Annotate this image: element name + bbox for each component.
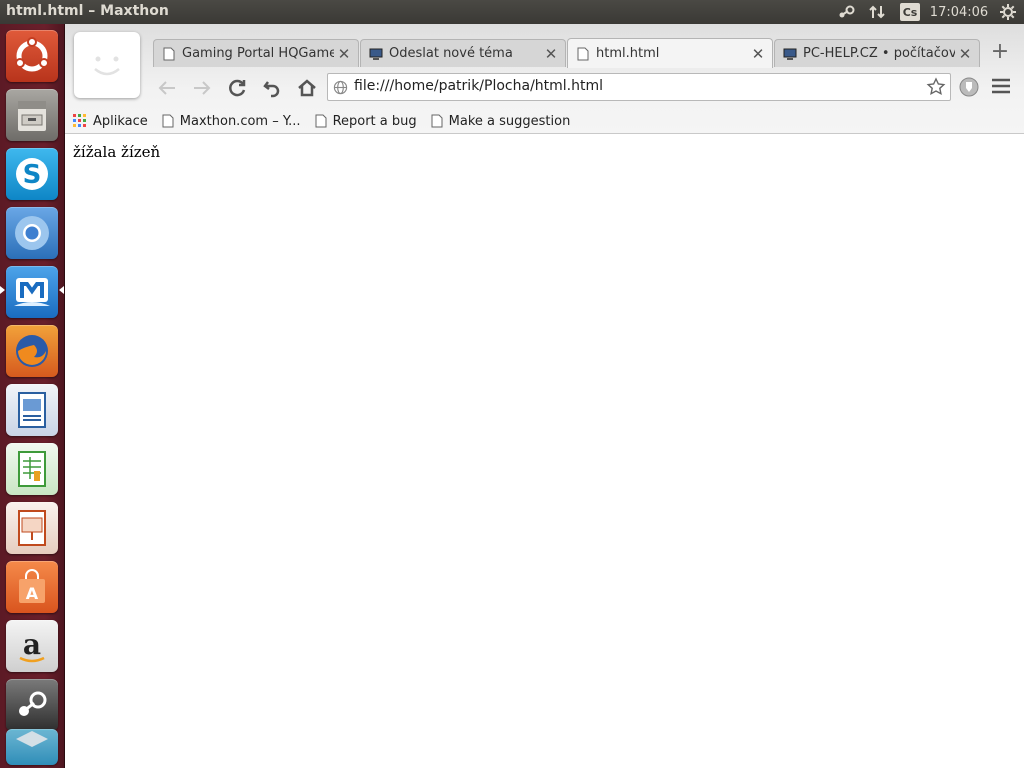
arrow-left-icon: [158, 81, 175, 95]
launcher-files[interactable]: [6, 89, 58, 141]
launcher-libreoffice-writer[interactable]: [6, 384, 58, 436]
network-icon[interactable]: [866, 2, 888, 22]
tab-label: PC-HELP.CZ • počítačové: [803, 46, 955, 61]
svg-text:S: S: [23, 160, 42, 190]
svg-text:A: A: [26, 584, 39, 603]
power-gear-icon[interactable]: [996, 2, 1020, 22]
new-tab-button[interactable]: +: [987, 41, 1013, 65]
tab-label: Odeslat nové téma: [389, 46, 513, 61]
hamburger-menu-icon: [992, 78, 1010, 94]
launcher-active-indicator: [0, 286, 5, 294]
tab-close-icon[interactable]: ✕: [334, 45, 354, 63]
menu-button[interactable]: [991, 77, 1011, 99]
forward-button[interactable]: [187, 74, 217, 102]
firefox-icon: [16, 335, 48, 367]
steam-icon: [19, 691, 47, 716]
window-title: html.html – Maxthon: [6, 3, 169, 19]
tab-label: html.html: [596, 46, 660, 61]
profile-avatar[interactable]: [74, 32, 140, 98]
page-icon: [577, 47, 589, 60]
bookmark-maxthon[interactable]: Maxthon.com – Y...: [162, 114, 301, 129]
launcher-chromium[interactable]: [6, 207, 58, 259]
calc-spreadsheet-icon: [18, 451, 46, 487]
page-icon: [163, 47, 175, 60]
launcher-software-center[interactable]: A: [6, 561, 58, 613]
writer-document-icon: [18, 392, 46, 428]
maxthon-icon: [14, 278, 50, 306]
skype-icon: S: [16, 158, 48, 190]
file-cabinet-icon: [18, 101, 46, 131]
tab-odeslat-nove-tema[interactable]: Odeslat nové téma ✕: [360, 39, 566, 67]
clock[interactable]: 17:04:06: [928, 2, 990, 22]
page-content: žížala žízeň: [65, 135, 1024, 768]
ubuntu-logo-icon: [15, 37, 49, 72]
launcher-amazon[interactable]: a: [6, 620, 58, 672]
app-stack-icon: [16, 731, 48, 747]
page-icon: [431, 114, 443, 128]
computer-favicon-icon: [369, 48, 383, 60]
star-bookmark-icon[interactable]: [926, 77, 946, 97]
tab-close-icon[interactable]: ✕: [955, 45, 975, 63]
launcher-libreoffice-impress[interactable]: [6, 502, 58, 554]
bookmark-report-bug[interactable]: Report a bug: [315, 114, 417, 129]
page-icon: [315, 114, 327, 128]
svg-text:a: a: [23, 628, 41, 661]
launcher-steam[interactable]: [6, 679, 58, 731]
launcher-maxthon[interactable]: [6, 266, 58, 318]
undo-icon: [263, 81, 280, 98]
bookmark-label: Maxthon.com – Y...: [179, 113, 301, 129]
chromium-icon: [15, 216, 49, 250]
apps-grid-icon: [73, 114, 86, 127]
steam-tray-icon[interactable]: [835, 2, 857, 22]
home-button[interactable]: [292, 74, 322, 102]
home-icon: [298, 79, 316, 97]
address-bar[interactable]: file:///home/patrik/Plocha/html.html: [327, 73, 951, 101]
shield-extension-icon: [959, 77, 979, 97]
shopping-bag-icon: A: [19, 569, 45, 603]
impress-presentation-icon: [18, 510, 46, 546]
page-icon: [162, 114, 174, 128]
undo-close-button[interactable]: [257, 74, 287, 102]
launcher-focus-indicator: [59, 286, 64, 294]
launcher-firefox[interactable]: [6, 325, 58, 377]
bookmark-make-suggestion[interactable]: Make a suggestion: [431, 113, 571, 129]
tab-html-html[interactable]: html.html ✕: [567, 38, 773, 68]
arrow-right-icon: [194, 81, 211, 95]
tab-close-icon[interactable]: ✕: [748, 45, 768, 63]
launcher-ubuntu-dash[interactable]: [6, 30, 58, 82]
globe-icon: [333, 80, 348, 95]
keyboard-layout-indicator[interactable]: Cs: [900, 3, 920, 21]
bookmark-aplikace[interactable]: Aplikace: [73, 114, 148, 129]
back-button[interactable]: [152, 74, 182, 102]
launcher: S A a: [0, 24, 65, 768]
smiley-face-icon: [94, 56, 120, 76]
tab-close-icon[interactable]: ✕: [541, 45, 561, 63]
bookmark-label: Report a bug: [332, 113, 417, 129]
page-body-text: žížala žízeň: [73, 143, 161, 161]
launcher-skype[interactable]: S: [6, 148, 58, 200]
launcher-more-apps[interactable]: [6, 729, 58, 765]
computer-favicon-icon: [783, 48, 797, 60]
browser-window: Gaming Portal HQGame.e ✕ Odeslat nové té…: [65, 24, 1024, 768]
amazon-icon: a: [19, 628, 45, 663]
url-text[interactable]: file:///home/patrik/Plocha/html.html: [354, 78, 603, 94]
launcher-libreoffice-calc[interactable]: [6, 443, 58, 495]
browser-toolbar-area: Gaming Portal HQGame.e ✕ Odeslat nové té…: [65, 24, 1024, 134]
top-panel: html.html – Maxthon Cs 17:04:06: [0, 0, 1024, 24]
bookmarks-bar: Aplikace Maxthon.com – Y... Report a bug…: [65, 108, 1024, 134]
bookmark-label: Make a suggestion: [448, 113, 571, 129]
tab-label: Gaming Portal HQGame.e: [182, 46, 334, 61]
reload-button[interactable]: [222, 74, 252, 102]
reload-icon: [229, 79, 246, 97]
tab-pc-help[interactable]: PC-HELP.CZ • počítačové ✕: [774, 39, 980, 67]
bookmark-label: Aplikace: [93, 113, 148, 129]
extension-button[interactable]: [958, 76, 980, 102]
tab-gaming-portal[interactable]: Gaming Portal HQGame.e ✕: [153, 39, 359, 67]
